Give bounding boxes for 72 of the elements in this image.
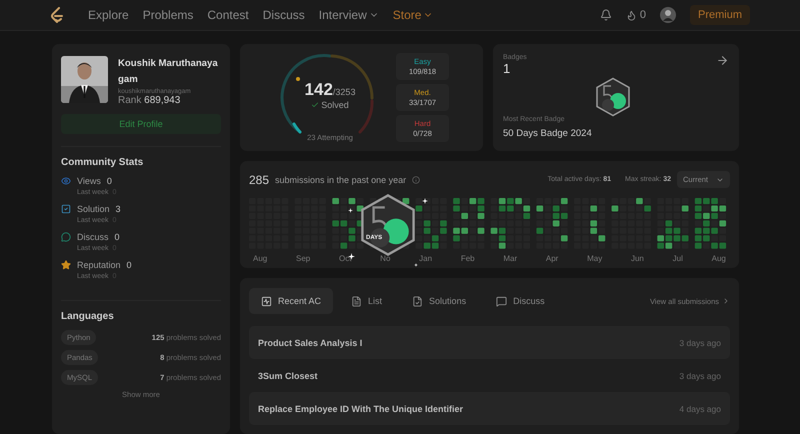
month-label: Apr	[546, 254, 558, 263]
sparkle-icon	[414, 263, 418, 267]
submission-count: 285	[249, 172, 270, 186]
month-label: Jul	[672, 254, 683, 263]
nav-link[interactable]: Explore	[88, 8, 129, 22]
month-label: Jun	[630, 254, 644, 263]
month-label: Jan	[419, 254, 432, 263]
checked-document-icon	[412, 296, 424, 306]
submission-row[interactable]: Replace Employee ID With The Unique Identifier 4 days ago	[249, 392, 730, 425]
stat-value: 3	[116, 204, 121, 214]
section-title: Community Stats	[61, 157, 144, 168]
stat-value: 0	[114, 232, 120, 242]
premium-button[interactable]: Premium	[690, 5, 750, 25]
month-label: Aug	[712, 254, 726, 263]
tab[interactable]: Recent AC	[249, 288, 334, 314]
rank-value: 689,943	[144, 95, 180, 106]
info-icon[interactable]	[412, 176, 420, 184]
arrow-right-icon[interactable]	[716, 54, 729, 67]
stat-label: Views	[77, 176, 101, 186]
month-label: Sep	[296, 254, 310, 263]
solved-total: /3253	[332, 86, 356, 96]
logo-icon[interactable]	[50, 7, 64, 23]
bell-icon[interactable]	[600, 9, 612, 21]
month-label: Mar	[503, 254, 518, 263]
document-icon	[351, 296, 362, 306]
sparkle-icon	[422, 198, 428, 204]
badges-count: 1	[503, 61, 510, 76]
stat-label: Discuss	[77, 232, 109, 242]
submission-time: 3 days ago	[679, 338, 721, 348]
nav-link[interactable]: Discuss	[262, 8, 305, 22]
nav-menu[interactable]: Store	[392, 8, 434, 22]
avatar-icon[interactable]	[660, 7, 676, 23]
problem-title: Replace Employee ID With The Unique Identifier	[258, 404, 463, 414]
stat-label: Reputation	[77, 260, 121, 270]
rank-label: Rank	[118, 95, 142, 106]
tab[interactable]: Discuss	[484, 288, 557, 314]
month-label: Aug	[253, 254, 268, 263]
eye-icon	[61, 176, 71, 186]
recent-badge-name: 50 Days Badge 2024	[503, 128, 592, 139]
tab[interactable]: Solutions	[400, 288, 478, 314]
nav-link[interactable]: Problems	[142, 8, 194, 22]
user-name: Koushik Maruthanayagam	[118, 57, 219, 87]
month-label: Oct	[338, 254, 352, 263]
streak-counter[interactable]: 0	[626, 9, 646, 21]
star-icon	[61, 260, 71, 270]
sparkle-icon	[348, 208, 353, 213]
submission-row[interactable]: Product Sales Analysis I 3 days ago	[249, 326, 730, 359]
tab[interactable]: List	[339, 288, 394, 314]
nav-menu[interactable]: Interview	[318, 8, 379, 22]
submission-row[interactable]: 3Sum Closest 3 days ago	[249, 359, 730, 392]
stat-label: Solution	[77, 204, 110, 214]
stat-value: 0	[126, 260, 132, 270]
checkbox-icon	[61, 204, 71, 214]
chat-icon	[61, 232, 71, 242]
activity-icon	[261, 296, 272, 306]
chevron-right-icon	[722, 297, 730, 305]
submission-time: 3 days ago	[679, 370, 721, 380]
submission-caption: submissions in the past one year	[275, 174, 406, 184]
nav-link[interactable]: Contest	[207, 8, 249, 22]
stat-value: 0	[106, 176, 112, 186]
month-label: Feb	[460, 254, 475, 263]
check-icon	[311, 100, 320, 108]
edit-profile-button[interactable]: Edit Profile	[61, 114, 221, 134]
problem-title: 3Sum Closest	[258, 370, 318, 380]
section-title: Languages	[61, 311, 115, 322]
month-label: May	[587, 254, 602, 263]
problem-title: Product Sales Analysis I	[258, 338, 362, 348]
submission-time: 4 days ago	[679, 404, 721, 414]
month-label: No	[380, 254, 390, 263]
chat-icon	[496, 296, 508, 306]
solved-count: 142	[304, 80, 333, 98]
solved-label: Solved	[321, 100, 349, 110]
